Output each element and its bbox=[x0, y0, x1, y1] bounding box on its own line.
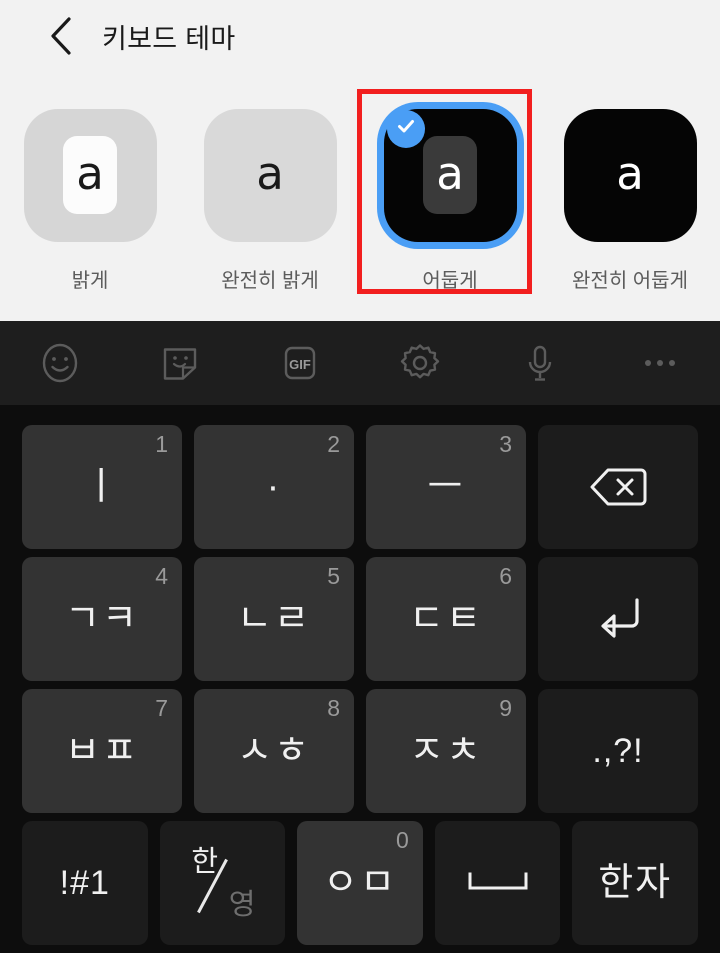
keyboard-theme-settings-panel: 키보드 테마 a 밝게 a 완전히 밝게 a 어둡게 a 완전히 어둡게 bbox=[0, 0, 720, 321]
key-i[interactable]: 1 ㅣ bbox=[22, 425, 182, 549]
page-title: 키보드 테마 bbox=[102, 23, 236, 54]
key-siot-hieut[interactable]: 8 ㅅㅎ bbox=[194, 689, 354, 813]
theme-preview-tile: a bbox=[555, 100, 705, 250]
theme-tile-glyph: a bbox=[436, 146, 464, 200]
key-number-label: 6 bbox=[499, 563, 512, 589]
theme-option-fully-light[interactable]: a 완전히 밝게 bbox=[180, 88, 360, 293]
theme-tile-swatch: a bbox=[23, 108, 157, 242]
key-label: ㄴㄹ bbox=[237, 598, 311, 640]
theme-option-list: a 밝게 a 완전히 밝게 a 어둡게 a 완전히 어둡게 bbox=[0, 88, 720, 293]
theme-option-label: 완전히 밝게 bbox=[221, 270, 319, 292]
key-label: 한자 bbox=[598, 862, 673, 904]
keyboard-row-1: 1 ㅣ 2 · 3 ㅡ bbox=[16, 425, 704, 557]
key-number-label: 4 bbox=[155, 563, 168, 589]
sticker-icon[interactable] bbox=[120, 321, 240, 405]
key-bieup-pieup[interactable]: 7 ㅂㅍ bbox=[22, 689, 182, 813]
theme-preview-tile: a bbox=[375, 100, 525, 250]
theme-tile-swatch: a bbox=[203, 108, 337, 242]
theme-tile-inner-key: a bbox=[63, 136, 117, 214]
key-giyeok-kieuk[interactable]: 4 ㄱㅋ bbox=[22, 557, 182, 681]
key-language-toggle[interactable]: 한 영 bbox=[159, 821, 286, 945]
settings-gear-icon[interactable] bbox=[360, 321, 480, 405]
theme-tile-swatch: a bbox=[563, 108, 697, 242]
keyboard-row-2: 4 ㄱㅋ 5 ㄴㄹ 6 ㄷㅌ bbox=[16, 557, 704, 689]
key-hanja[interactable]: 한자 bbox=[572, 821, 698, 945]
keyboard-row-3: 7 ㅂㅍ 8 ㅅㅎ 9 ㅈㅊ .,?! bbox=[16, 689, 704, 821]
keyboard-toolbar: GIF bbox=[0, 321, 720, 405]
keyboard-row-4: !#1 한 영 0 ㅇㅁ 한자 bbox=[16, 821, 704, 953]
backspace-icon bbox=[587, 465, 649, 509]
key-label: ㅈㅊ bbox=[409, 730, 483, 772]
key-space[interactable] bbox=[434, 821, 561, 945]
chevron-left-icon bbox=[48, 16, 74, 56]
key-number-label: 5 bbox=[327, 563, 340, 589]
key-enter[interactable] bbox=[538, 557, 698, 681]
key-label: ㄱㅋ bbox=[65, 598, 139, 640]
key-number-label: 0 bbox=[395, 827, 409, 853]
theme-preview-tile: a bbox=[195, 100, 345, 250]
language-secondary-label: 영 bbox=[228, 889, 256, 921]
key-dot[interactable]: 2 · bbox=[194, 425, 354, 549]
theme-tile-glyph: a bbox=[76, 146, 104, 200]
language-primary-label: 한 bbox=[191, 846, 219, 878]
theme-tile-inner-key: a bbox=[423, 136, 477, 214]
emoji-icon[interactable] bbox=[0, 321, 120, 405]
gif-icon[interactable]: GIF bbox=[240, 321, 360, 405]
key-number-label: 7 bbox=[155, 695, 168, 721]
microphone-icon[interactable] bbox=[480, 321, 600, 405]
key-number-label: 8 bbox=[327, 695, 340, 721]
keyboard-key-grid: 1 ㅣ 2 · 3 ㅡ 4 ㄱㅋ 5 ㄴㄹ 6 ㄷㅌ 7 ㅂㅍ 8 ㅅㅎ 9 ㅈ… bbox=[0, 405, 720, 949]
theme-option-dark[interactable]: a 어둡게 bbox=[360, 88, 540, 293]
theme-tile-glyph: a bbox=[256, 146, 284, 200]
key-label: .,?! bbox=[592, 732, 644, 770]
on-screen-keyboard: GIF 1 ㅣ 2 · 3 ㅡ 4 ㄱㅋ 5 ㄴㄹ 6 ㄷㅌ 7 ㅂㅍ 8 ㅅㅎ… bbox=[0, 321, 720, 949]
key-number-label: 2 bbox=[327, 431, 340, 457]
theme-preview-tile: a bbox=[15, 100, 165, 250]
key-number-label: 9 bbox=[499, 695, 512, 721]
theme-option-label: 어둡게 bbox=[422, 270, 478, 292]
back-button[interactable] bbox=[32, 7, 90, 65]
selected-check-badge bbox=[386, 109, 425, 148]
key-eu[interactable]: 3 ㅡ bbox=[366, 425, 526, 549]
space-bar-icon bbox=[465, 866, 531, 900]
theme-option-light[interactable]: a 밝게 bbox=[0, 88, 180, 293]
svg-text:GIF: GIF bbox=[289, 357, 311, 372]
theme-option-label: 완전히 어둡게 bbox=[572, 270, 688, 292]
key-label: · bbox=[266, 466, 282, 508]
key-backspace[interactable] bbox=[538, 425, 698, 549]
key-punctuation[interactable]: .,?! bbox=[538, 689, 698, 813]
key-label: ㅇㅁ bbox=[323, 862, 397, 904]
theme-tile-glyph: a bbox=[616, 146, 644, 200]
key-jieut-chieut[interactable]: 9 ㅈㅊ bbox=[366, 689, 526, 813]
key-digeut-tieut[interactable]: 6 ㄷㅌ bbox=[366, 557, 526, 681]
key-label: ㅡ bbox=[427, 466, 465, 508]
key-symbols[interactable]: !#1 bbox=[22, 821, 148, 945]
key-number-label: 1 bbox=[155, 431, 168, 457]
app-header: 키보드 테마 bbox=[0, 0, 720, 72]
enter-icon bbox=[590, 594, 646, 644]
more-options-icon[interactable] bbox=[600, 321, 720, 405]
key-label: ㅂㅍ bbox=[65, 730, 139, 772]
language-toggle-glyph: 한 영 bbox=[189, 846, 255, 920]
key-label: ㄷㅌ bbox=[409, 598, 483, 640]
check-icon bbox=[395, 115, 417, 142]
key-ieung-mieum[interactable]: 0 ㅇㅁ bbox=[297, 821, 423, 945]
key-label: !#1 bbox=[59, 864, 110, 902]
key-number-label: 3 bbox=[499, 431, 512, 457]
key-nieun-rieul[interactable]: 5 ㄴㄹ bbox=[194, 557, 354, 681]
key-label: ㅅㅎ bbox=[237, 730, 311, 772]
theme-tile-swatch: a bbox=[383, 108, 517, 242]
theme-option-label: 밝게 bbox=[71, 270, 109, 292]
theme-option-fully-dark[interactable]: a 완전히 어둡게 bbox=[540, 88, 720, 293]
key-label: ㅣ bbox=[83, 466, 121, 508]
